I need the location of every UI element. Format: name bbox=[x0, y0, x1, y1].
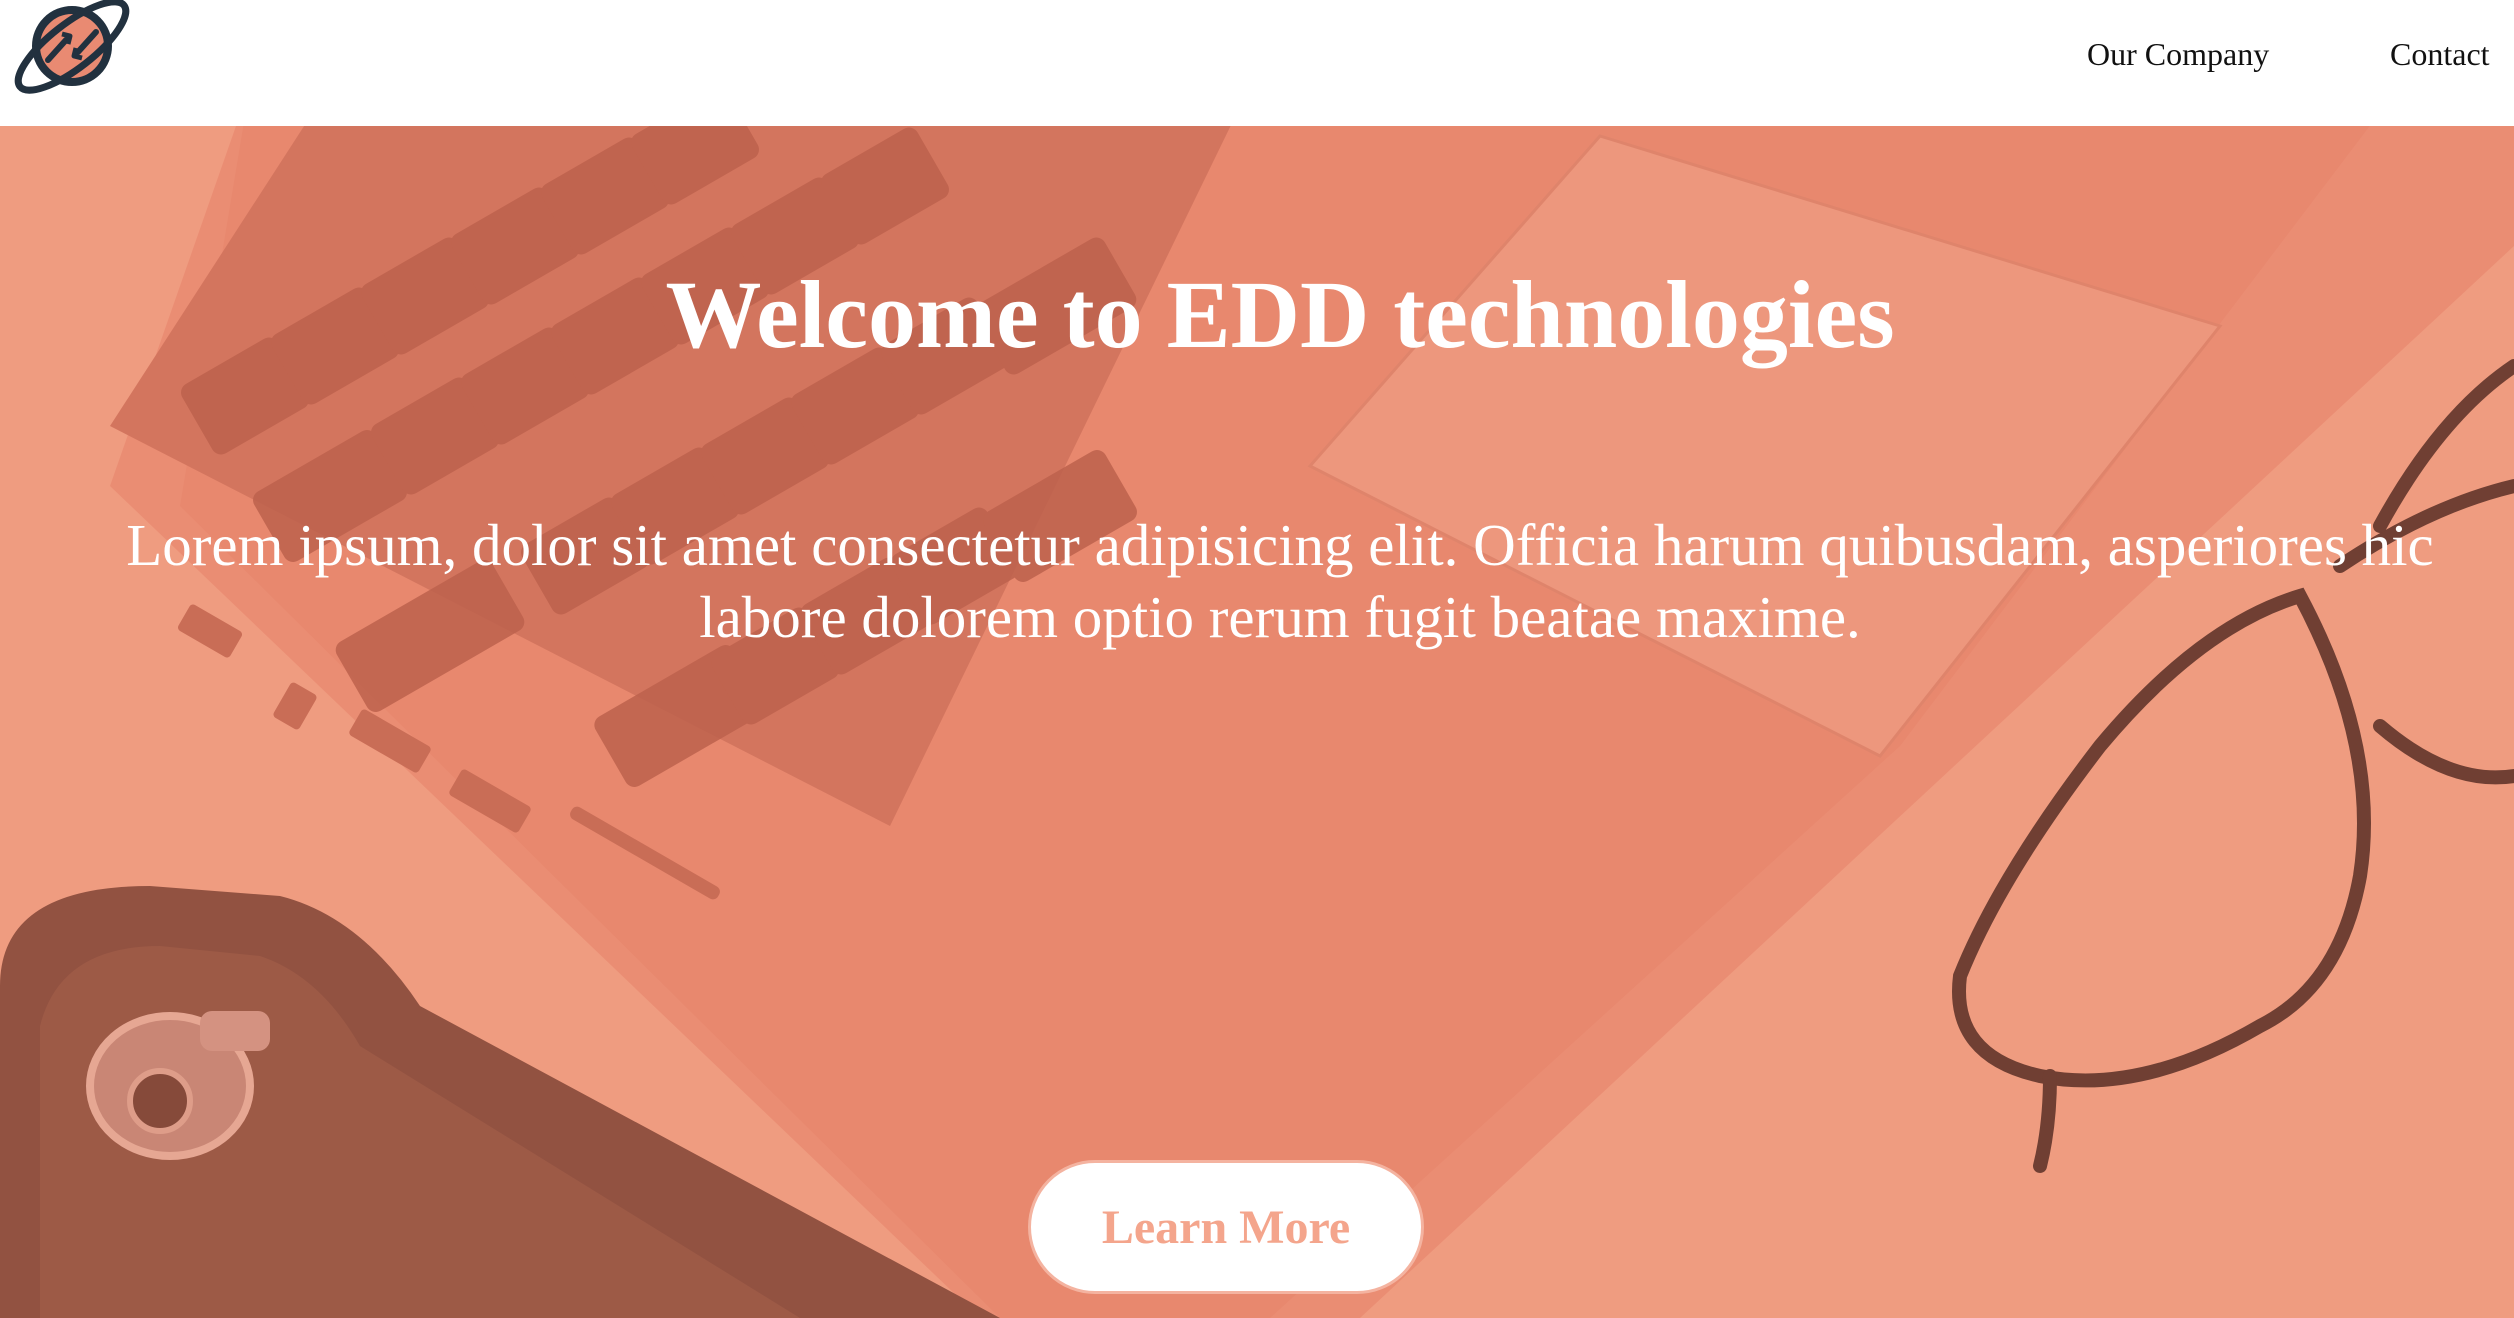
page: Our Company Contact Welcome to EDD techn… bbox=[0, 0, 2514, 1318]
nav-contact[interactable]: Contact bbox=[2390, 36, 2490, 73]
hero-title: Welcome to EDD technologies bbox=[665, 261, 1895, 368]
hero-description-line-1: Lorem ipsum, dolor sit amet consectetur … bbox=[126, 512, 2434, 578]
hero-section: Welcome to EDD technologies Lorem ipsum,… bbox=[0, 126, 2514, 1318]
learn-more-button[interactable]: Learn More bbox=[1028, 1160, 1424, 1294]
nav-our-company[interactable]: Our Company bbox=[2087, 36, 2269, 73]
hero-description-line-2: labore dolorem optio rerum fugit beatae … bbox=[699, 584, 1861, 650]
planet-sync-icon[interactable] bbox=[4, 0, 138, 96]
site-header: Our Company Contact bbox=[0, 0, 2514, 126]
hero-description: Lorem ipsum, dolor sit amet consectetur … bbox=[20, 509, 2514, 653]
